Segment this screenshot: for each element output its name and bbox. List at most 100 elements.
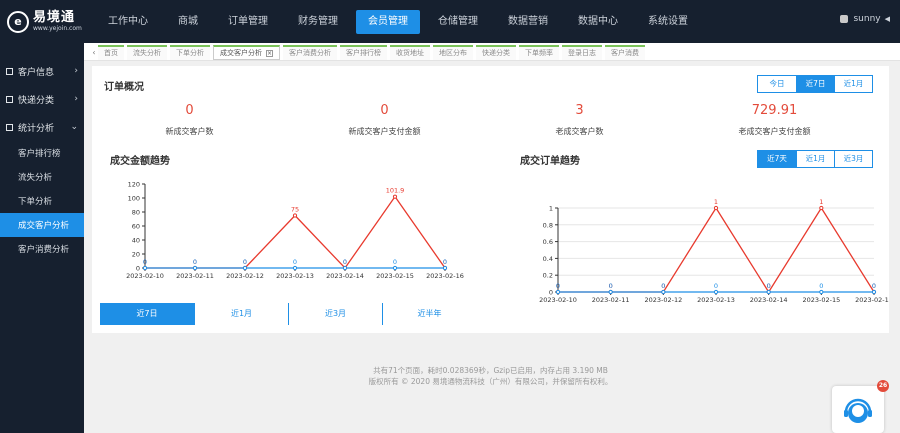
tab-label: 下单频率 (525, 49, 553, 57)
data-point (292, 213, 298, 218)
range-3month-button[interactable]: 近3月 (834, 151, 872, 167)
stat-new-customers: 0 新成交客户数 (92, 102, 287, 137)
topnav-item-work-center[interactable]: 工作中心 (96, 10, 160, 34)
stat-label: 新成交客户支付金额 (348, 127, 421, 136)
caret-left-icon: ◀ (884, 15, 890, 23)
x-tick-label: 2023-02-13 (697, 296, 735, 304)
order-trend-chart: 00.20.40.60.812023-02-10 2023-02-11 2023-0… (539, 198, 889, 304)
x-tick-label: 2023-02-16 (855, 296, 889, 304)
range-1month-button[interactable]: 近1月 (796, 151, 834, 167)
logo-icon: e (7, 10, 29, 33)
brand-url: www.yejoin.com (33, 25, 82, 32)
sidebar-group-statistics[interactable]: 统计分析 ⌄ (0, 113, 84, 141)
data-label: 0 (661, 282, 665, 290)
tab-deal-customer-analysis[interactable]: 成交客户分析 × (213, 45, 280, 60)
range-today-button[interactable]: 今日 (758, 76, 796, 92)
topnav-item-data-center[interactable]: 数据中心 (566, 10, 630, 34)
data-label: 0 (343, 258, 347, 266)
stat-label: 老成交客户支付金额 (738, 127, 811, 136)
sidebar-item-churn-analysis[interactable]: 流失分析 (0, 165, 84, 189)
data-label: 0 (293, 258, 297, 266)
tab-label: 客户消费 (611, 49, 639, 57)
footer-copyright: 版权所有 © 2020 易境通物流科技（广州）有限公司，并保留所有权利。 (368, 377, 613, 386)
data-point (142, 265, 148, 271)
tab-consumption[interactable]: 客户消费分析 (283, 45, 337, 60)
tab-customer-consumption[interactable]: 客户消费 (605, 45, 645, 60)
bottom-tab-half-year[interactable]: 近半年 (382, 303, 476, 325)
sidebar-group-label: 统计分析 (18, 123, 55, 134)
data-point (555, 289, 561, 295)
data-label: 0 (556, 282, 560, 290)
tab-churn[interactable]: 流失分析 (127, 45, 167, 60)
data-label: 0 (443, 258, 447, 266)
bottom-tab-7day[interactable]: 近7日 (100, 303, 194, 325)
x-tick-label: 2023-02-12 (644, 296, 682, 304)
square-icon (6, 67, 13, 75)
data-point (819, 205, 824, 211)
stat-new-customer-payment: 0 新成交客户支付金额 (287, 102, 482, 137)
top-bar: e 易境通 www.yejoin.com 工作中心 商城 订单管理 财务管理 会… (0, 0, 900, 43)
notification-badge: 26 (877, 380, 889, 392)
tab-label: 流失分析 (133, 49, 161, 57)
sidebar-item-customer-ranking[interactable]: 客户排行榜 (0, 141, 84, 165)
tab-label: 登录日志 (568, 49, 596, 57)
user-name: sunny (853, 14, 881, 24)
square-icon (6, 123, 13, 131)
bottom-tab-1month[interactable]: 近1月 (194, 303, 288, 325)
data-label: 1 (714, 198, 718, 206)
tab-order-analysis[interactable]: 下单分析 (170, 45, 210, 60)
y-tick-label: 80 (132, 209, 140, 217)
data-point (713, 205, 719, 211)
topnav-item-warehouse[interactable]: 仓储管理 (426, 10, 490, 34)
topnav-item-settings[interactable]: 系统设置 (636, 10, 700, 34)
headset-icon (844, 398, 872, 423)
topnav-item-finance[interactable]: 财务管理 (286, 10, 350, 34)
customer-service-button[interactable] (832, 386, 884, 433)
sidebar-group-express[interactable]: 快递分类 › (0, 85, 84, 113)
data-point (192, 265, 198, 271)
tab-label: 收货地址 (396, 49, 424, 57)
sidebar-item-consumption-analysis[interactable]: 客户消费分析 (0, 237, 84, 261)
tab-login-log[interactable]: 登录日志 (562, 45, 602, 60)
data-label: 0 (872, 282, 876, 290)
range-7day-button[interactable]: 近7天 (758, 151, 796, 167)
topnav-item-marketing[interactable]: 数据营销 (496, 10, 560, 34)
data-point (819, 289, 824, 295)
data-point (871, 289, 877, 295)
tab-frequency[interactable]: 下单频率 (519, 45, 559, 60)
bottom-tab-3month[interactable]: 近3月 (288, 303, 382, 325)
data-point (292, 265, 298, 271)
user-menu[interactable]: sunny ◀ (840, 14, 890, 24)
tab-label: 客户消费分析 (289, 49, 331, 57)
y-tick-label: 0.6 (543, 238, 553, 246)
sidebar-group-customer-info[interactable]: 客户信息 › (0, 57, 84, 85)
sidebar-group-label: 快递分类 (18, 95, 55, 106)
sidebar-item-deal-customer-analysis[interactable]: 成交客户分析 (0, 213, 84, 237)
range-1month-button[interactable]: 近1月 (834, 76, 872, 92)
tab-express[interactable]: 快递分类 (476, 45, 516, 60)
range-7day-button[interactable]: 近7日 (796, 76, 834, 92)
amount-trend-title: 成交金额趋势 (110, 156, 170, 167)
data-label: 1 (819, 198, 823, 206)
y-tick-label: 40 (132, 237, 140, 245)
logo[interactable]: e 易境通 www.yejoin.com (0, 0, 84, 43)
sidebar: 客户信息 › 快递分类 › 统计分析 ⌄ 客户排行榜 流失分析 下单分析 成交客… (0, 43, 84, 433)
stat-value: 3 (575, 103, 584, 118)
tab-home[interactable]: 首页 (98, 45, 124, 60)
order-trend-title: 成交订单趋势 (520, 156, 580, 167)
tab-region[interactable]: 地区分布 (433, 45, 473, 60)
topnav-item-orders[interactable]: 订单管理 (216, 10, 280, 34)
close-icon[interactable]: × (266, 49, 273, 57)
y-tick-label: 0.8 (543, 221, 553, 229)
stat-label: 新成交客户数 (165, 127, 214, 136)
data-point (608, 289, 613, 295)
tab-address[interactable]: 收货地址 (390, 45, 430, 60)
chevron-right-icon: › (74, 66, 78, 76)
footer-stats: 共有71个页面，耗时0.028369秒，Gzip已启用，内存占用 3.190 M… (373, 366, 608, 375)
tab-ranking[interactable]: 客户排行榜 (340, 45, 387, 60)
tab-scroll-left-icon[interactable]: ‹ (90, 48, 98, 57)
sidebar-item-order-analysis[interactable]: 下单分析 (0, 189, 84, 213)
topnav-item-mall[interactable]: 商城 (166, 10, 210, 34)
x-tick-label: 2023-02-14 (326, 272, 364, 280)
topnav-item-members[interactable]: 会员管理 (356, 9, 420, 34)
